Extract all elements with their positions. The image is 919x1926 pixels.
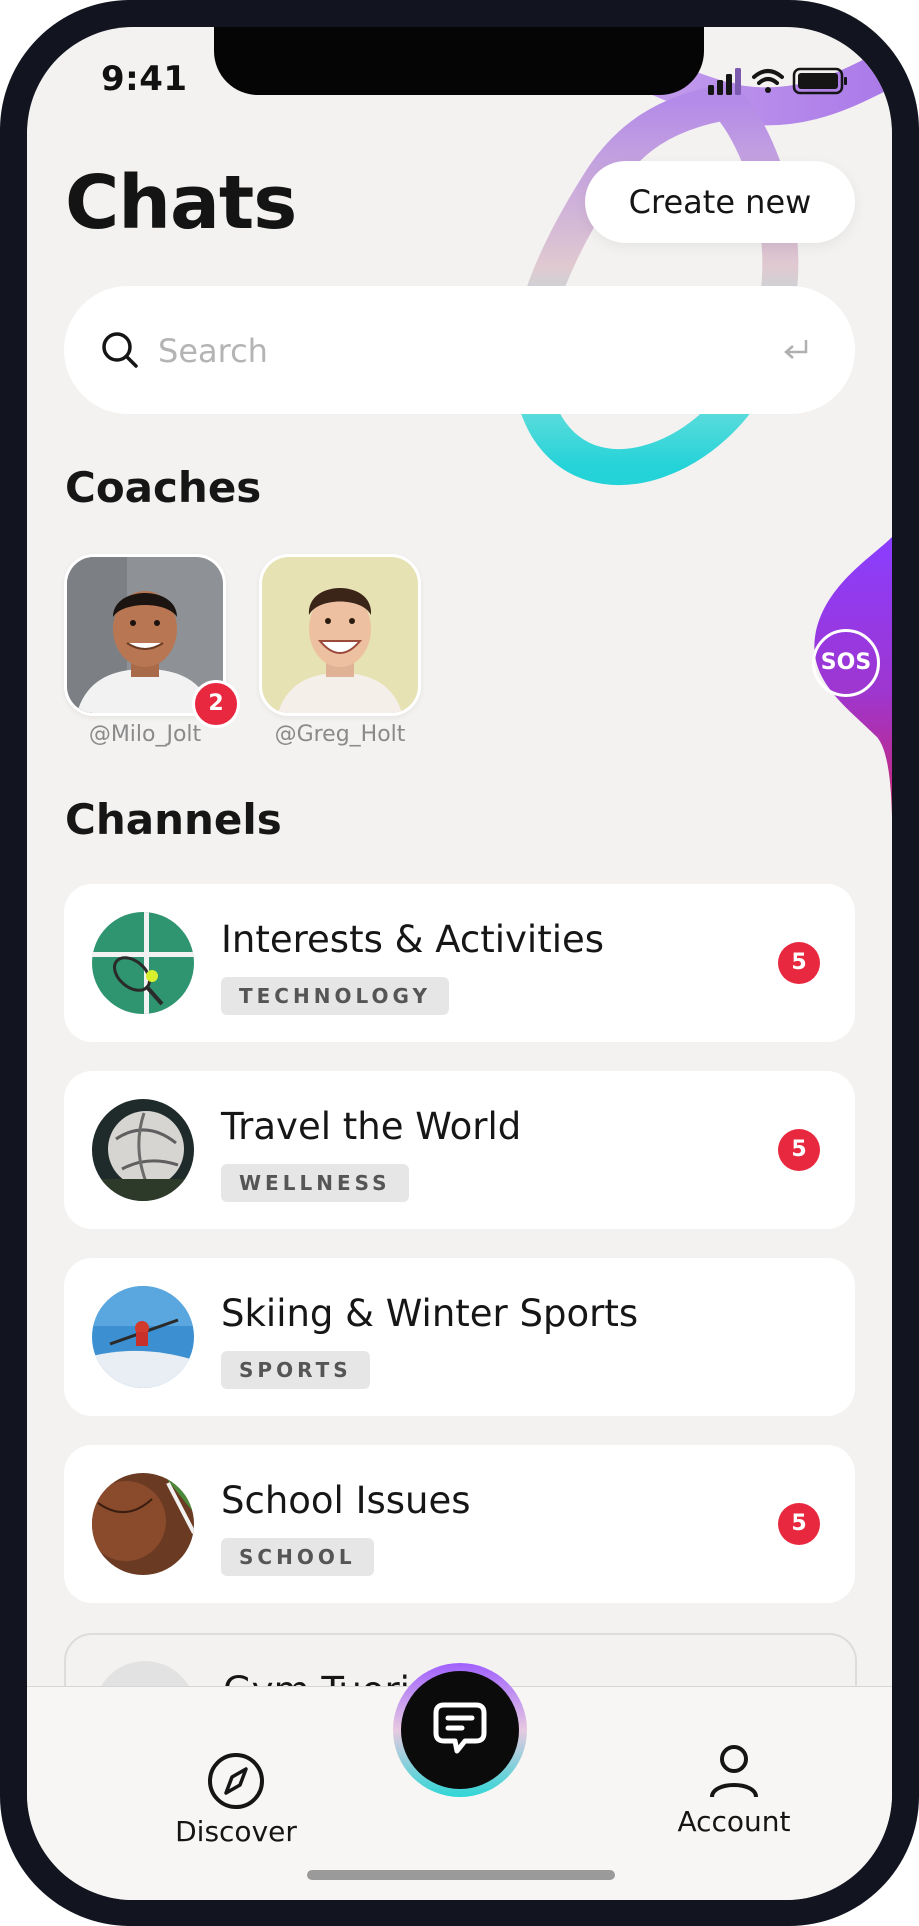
phone-frame: 9:41 Chats Create new Search Coaches 2 @… — [0, 0, 919, 1926]
channel-thumbnail — [92, 1099, 194, 1201]
device-notch — [214, 27, 704, 95]
chats-button-graphic — [393, 1663, 527, 1797]
app-screen: 9:41 Chats Create new Search Coaches 2 @… — [27, 27, 892, 1900]
enter-icon — [784, 340, 808, 359]
channel-tag: SPORTS — [221, 1351, 370, 1389]
coach-handle: @Greg_Holt — [274, 722, 406, 747]
page-title: Chats — [65, 160, 297, 246]
channel-thumbnail — [92, 1286, 194, 1388]
tab-label: Discover — [175, 1815, 297, 1848]
channel-tag: WELLNESS — [221, 1164, 409, 1202]
channel-tag: TECHNOLOGY — [221, 977, 449, 1015]
battery-icon — [792, 67, 847, 95]
channel-thumbnail — [92, 912, 194, 1014]
avatar[interactable] — [259, 554, 421, 716]
home-indicator — [307, 1870, 615, 1880]
channel-card[interactable]: Skiing & Winter Sports SPORTS — [64, 1258, 855, 1416]
unread-badge: 5 — [778, 1503, 820, 1545]
coach-item[interactable]: @Greg_Holt — [259, 554, 421, 747]
channel-card[interactable]: Travel the World WELLNESS 5 — [64, 1071, 855, 1229]
notification-badge: 2 — [192, 680, 240, 728]
tab-label: Account — [677, 1805, 791, 1838]
wifi-icon — [752, 69, 784, 93]
search-icon — [102, 332, 138, 368]
coach-item[interactable]: 2 @Milo_Jolt — [64, 554, 240, 747]
channel-name: Skiing & Winter Sports — [221, 1292, 639, 1335]
sos-button[interactable]: SOS — [812, 629, 880, 697]
status-time: 9:41 — [101, 59, 188, 99]
channel-name: Travel the World — [221, 1105, 522, 1148]
signal-icon — [708, 68, 741, 95]
compass-icon — [208, 1753, 264, 1809]
status-icons — [708, 67, 847, 95]
channel-card[interactable]: Interests & Activities TECHNOLOGY 5 — [64, 884, 855, 1042]
tab-account[interactable]: Account — [639, 1741, 829, 1838]
chats-tab-button[interactable] — [391, 1661, 529, 1799]
coach-photo — [262, 557, 418, 713]
channel-tag: SCHOOL — [221, 1538, 374, 1576]
search-bar[interactable] — [64, 286, 855, 414]
coaches-heading: Coaches — [65, 463, 262, 512]
channel-name: Interests & Activities — [221, 918, 605, 961]
channel-card[interactable]: School Issues SCHOOL 5 — [64, 1445, 855, 1603]
unread-badge: 5 — [778, 1129, 820, 1171]
unread-badge: 5 — [778, 942, 820, 984]
channel-thumbnail — [92, 1473, 194, 1575]
channels-heading: Channels — [65, 795, 282, 844]
coach-handle: @Milo_Jolt — [88, 722, 202, 747]
search-input[interactable] — [156, 320, 740, 382]
create-new-button[interactable]: Create new — [585, 161, 855, 243]
user-icon — [710, 1745, 758, 1798]
channel-name: School Issues — [221, 1479, 471, 1522]
tab-discover[interactable]: Discover — [141, 1751, 331, 1848]
